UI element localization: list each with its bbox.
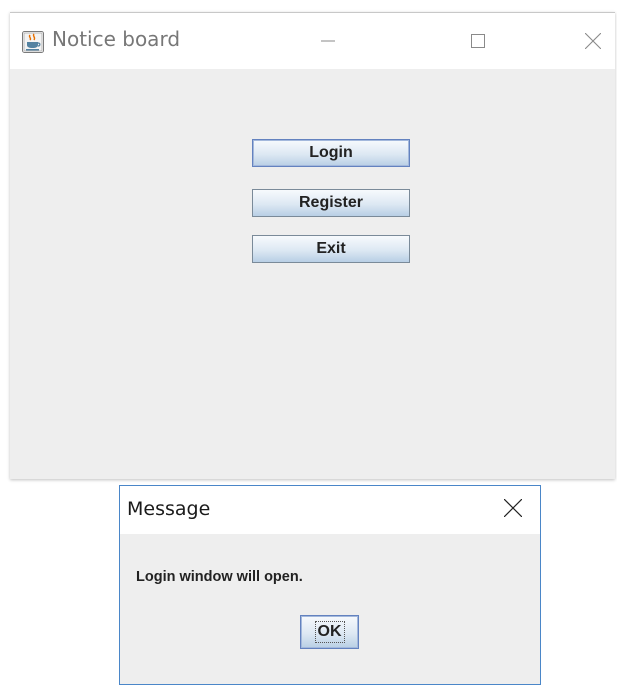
java-cup-icon [22, 31, 44, 53]
maximize-button[interactable] [455, 13, 501, 69]
close-icon [503, 498, 523, 522]
dialog-message: Login window will open. [136, 569, 303, 585]
maximize-icon [471, 34, 485, 48]
register-button[interactable]: Register [252, 189, 410, 217]
main-window: Notice board Login Register Exit [10, 12, 615, 479]
exit-button[interactable]: Exit [252, 235, 410, 263]
dialog-close-button[interactable] [490, 486, 536, 534]
main-titlebar[interactable]: Notice board [10, 13, 615, 69]
window-title: Notice board [52, 27, 181, 51]
close-button[interactable] [570, 13, 616, 69]
dialog-title: Message [127, 498, 211, 520]
message-dialog: Message Login window will open. OK [119, 485, 541, 685]
login-button[interactable]: Login [252, 139, 410, 167]
minimize-icon [321, 34, 335, 48]
minimize-button[interactable] [305, 13, 351, 69]
ok-button-label: OK [314, 621, 345, 643]
dialog-titlebar[interactable]: Message [120, 486, 540, 534]
close-icon [585, 33, 601, 49]
ok-button[interactable]: OK [300, 615, 359, 649]
main-content-panel: Login Register Exit [10, 69, 615, 479]
